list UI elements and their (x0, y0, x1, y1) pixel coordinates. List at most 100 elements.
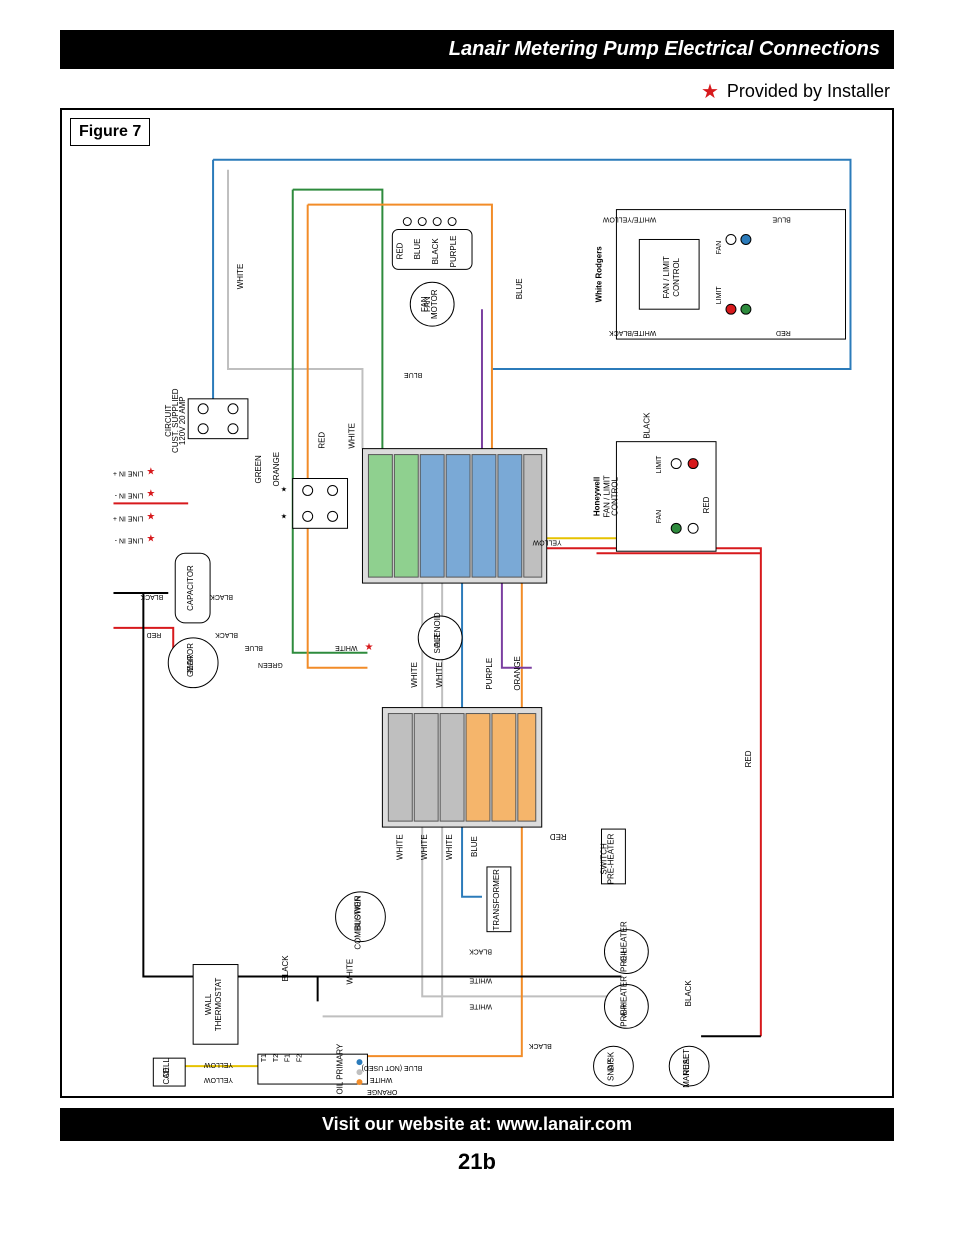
svg-text:YELLOW: YELLOW (204, 1076, 233, 1083)
svg-text:★: ★ (146, 488, 155, 499)
svg-text:RED: RED (744, 750, 753, 767)
svg-text:MOTOR: MOTOR (430, 289, 439, 319)
svg-text:WALL: WALL (204, 993, 213, 1015)
svg-text:★: ★ (281, 485, 287, 493)
svg-text:BLUE: BLUE (244, 644, 263, 651)
page-number: 21b (60, 1149, 894, 1175)
svg-text:YELLOW: YELLOW (532, 538, 561, 545)
svg-text:ORANGE: ORANGE (272, 452, 281, 486)
svg-text:CONTROL: CONTROL (672, 257, 681, 296)
star-icon: ★ (701, 79, 719, 104)
svg-text:YELLOW: YELLOW (204, 1061, 233, 1068)
svg-text:BLACK: BLACK (210, 593, 233, 600)
svg-text:F2: F2 (297, 1054, 304, 1062)
svg-text:CONTROL: CONTROL (610, 476, 619, 515)
svg-text:WHITE: WHITE (236, 264, 245, 290)
lower-terminal-block (382, 708, 541, 828)
svg-text:FAN: FAN (420, 296, 429, 312)
snap-disk: SNAP DISK (594, 1046, 634, 1086)
header-title: Lanair Metering Pump Electrical Connecti… (449, 38, 880, 60)
svg-text:BLACK: BLACK (140, 593, 163, 600)
footer-bar: Visit our website at: www.lanair.com (60, 1108, 894, 1141)
svg-text:BLUE: BLUE (470, 836, 479, 857)
svg-text:ORANGE: ORANGE (367, 1088, 398, 1095)
svg-text:LINE IN -: LINE IN - (114, 536, 143, 543)
transformer: TRANSFORMER (487, 867, 511, 932)
svg-text:White Rodgers: White Rodgers (594, 246, 603, 303)
manual-reset: MANUAL RESET (669, 1046, 709, 1087)
svg-text:SOLENOID: SOLENOID (433, 612, 442, 653)
svg-text:BLACK: BLACK (528, 1042, 551, 1049)
footer-text: Visit our website at: www.lanair.com (322, 1114, 632, 1134)
svg-text:★: ★ (281, 512, 287, 520)
svg-text:WHITE/BLACK: WHITE/BLACK (609, 329, 657, 336)
svg-text:LINE IN +: LINE IN + (113, 514, 143, 521)
air-pre-heater: AIR PRE-HEATER (604, 976, 648, 1028)
wiring-diagram-svg: FAN FAN MOTOR RED BLUE BLACK PURPLE WHIT… (62, 110, 892, 1096)
svg-text:★: ★ (146, 511, 155, 522)
svg-text:WHITE: WHITE (435, 662, 444, 688)
svg-text:Honeywell: Honeywell (593, 477, 602, 516)
svg-text:BLOWER: BLOWER (353, 895, 362, 930)
svg-text:PRE-HEATER: PRE-HEATER (619, 976, 628, 1027)
svg-text:CELL: CELL (162, 1058, 171, 1078)
svg-text:SWITCH: SWITCH (599, 843, 608, 875)
svg-text:PRE-HEATER: PRE-HEATER (619, 921, 628, 972)
diagram-frame: Figure 7 FAN FAN (60, 108, 894, 1098)
svg-text:GREEN: GREEN (254, 455, 263, 484)
cad-cell: CAD CELL (153, 1058, 185, 1086)
fan-motor: FAN FAN MOTOR RED BLUE BLACK PURPLE WHIT… (236, 218, 524, 327)
oil-pre-heater: OIL PRE-HEATER (604, 921, 648, 973)
svg-text:BLACK: BLACK (431, 238, 440, 265)
svg-text:ORANGE: ORANGE (513, 656, 522, 690)
svg-text:FAN: FAN (656, 510, 663, 524)
oil-primary: T1 T2 F1 F2 OIL PRIMARY (258, 1043, 368, 1095)
svg-text:★: ★ (146, 467, 155, 478)
circuit-supplied-block: CIRCUIT CUST. SUPPLIED 120V 20 AMP (164, 388, 248, 453)
svg-text:WHITE: WHITE (347, 423, 356, 449)
svg-text:WHITE: WHITE (370, 1076, 393, 1083)
figure-label: Figure 7 (70, 118, 150, 146)
svg-text:LIMIT: LIMIT (656, 455, 663, 474)
gear-motor: GEAR MOTOR RED BLACK BLUE WHITE ★ GREEN (147, 631, 374, 688)
svg-text:RESET: RESET (682, 1049, 691, 1076)
svg-text:WHITE: WHITE (410, 662, 419, 688)
svg-text:WHITE: WHITE (469, 976, 492, 983)
svg-text:TRANSFORMER: TRANSFORMER (492, 869, 501, 931)
header-bar: Lanair Metering Pump Electrical Connecti… (60, 30, 894, 69)
svg-text:F1: F1 (285, 1054, 292, 1062)
svg-text:WHITE/YELLOW: WHITE/YELLOW (602, 216, 656, 223)
svg-text:WHITE: WHITE (420, 834, 429, 860)
svg-text:BLUE: BLUE (413, 239, 422, 260)
svg-text:MOTOR: MOTOR (186, 643, 195, 673)
svg-text:BLACK: BLACK (215, 631, 238, 638)
svg-text:THERMOSTAT: THERMOSTAT (214, 977, 223, 1031)
wall-thermostat: WALL THERMOSTAT (193, 965, 238, 1045)
svg-text:BLACK: BLACK (642, 412, 651, 439)
svg-text:★: ★ (146, 533, 155, 544)
svg-text:FAN: FAN (716, 241, 723, 255)
upper-terminal-block (362, 449, 546, 583)
pre-heater-switch: PRE-HEATER SWITCH SWITCH (599, 829, 625, 884)
svg-text:WHITE: WHITE (445, 834, 454, 860)
svg-text:RED: RED (702, 496, 711, 513)
svg-text:DISK: DISK (606, 1051, 615, 1070)
legend-text: Provided by Installer (727, 81, 890, 102)
svg-text:BLUE: BLUE (404, 371, 423, 378)
svg-text:T2: T2 (273, 1054, 280, 1062)
combustion-blower: COMBUSTION BLOWER (336, 892, 386, 950)
svg-text:RED: RED (318, 432, 327, 449)
svg-text:FAN / LIMIT: FAN / LIMIT (662, 256, 671, 299)
svg-text:BLACK: BLACK (281, 955, 290, 982)
svg-text:LIMIT: LIMIT (716, 286, 723, 305)
left-small-terminal: ★ ★ (281, 479, 348, 529)
svg-text:RED: RED (776, 329, 791, 336)
svg-text:LINE IN +: LINE IN + (113, 470, 143, 477)
svg-text:PURPLE: PURPLE (449, 236, 458, 268)
svg-text:BLACK: BLACK (684, 980, 693, 1007)
svg-text:OIL PRIMARY: OIL PRIMARY (336, 1043, 345, 1095)
svg-text:RED: RED (395, 242, 404, 259)
svg-text:★: ★ (364, 642, 373, 653)
svg-text:WHITE: WHITE (346, 959, 355, 985)
line-in-labels: LINE IN + ★ LINE IN - ★ LINE IN + ★ LINE… (113, 467, 155, 545)
